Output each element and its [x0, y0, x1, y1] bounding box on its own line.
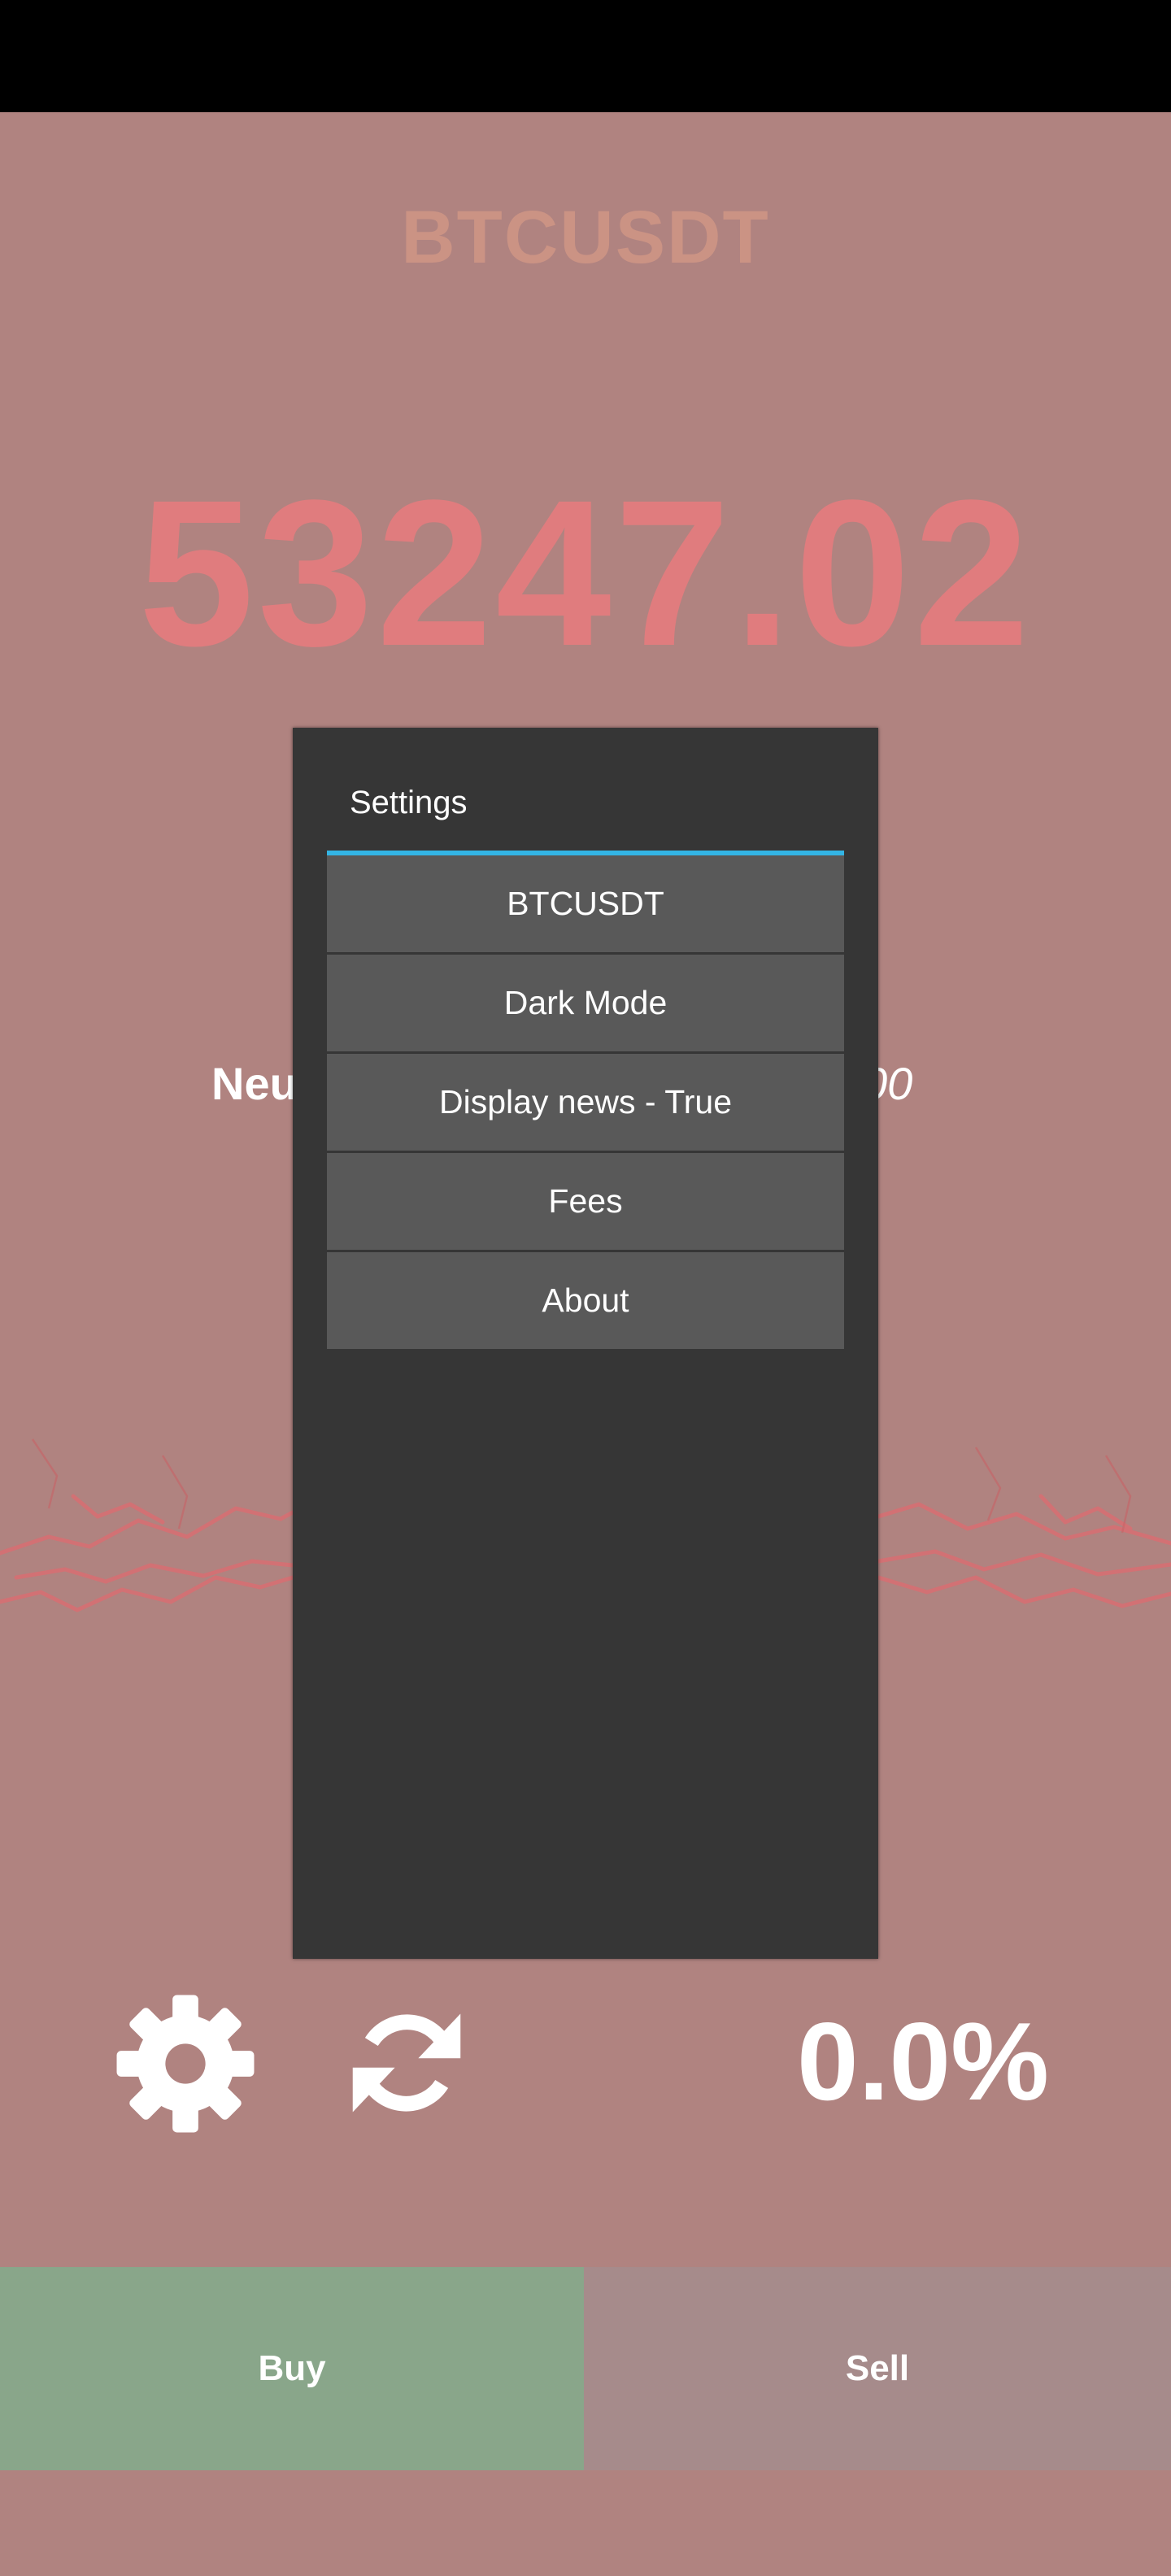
dialog-title: Settings [350, 785, 468, 820]
percent-change: 0.0% [797, 1999, 1049, 2123]
gear-icon[interactable] [114, 1992, 257, 2135]
refresh-icon[interactable] [348, 2002, 465, 2124]
settings-dialog: Settings BTCUSDT Dark Mode Display news … [293, 728, 878, 1959]
buy-button-label: Buy [258, 2348, 326, 2388]
price-display: 53247.02 [138, 457, 1033, 690]
settings-item-pair[interactable]: BTCUSDT [327, 855, 844, 952]
settings-item-fees[interactable]: Fees [327, 1153, 844, 1250]
sell-button-label: Sell [845, 2348, 910, 2388]
status-bar [0, 0, 1171, 112]
settings-item-display-news[interactable]: Display news - True [327, 1054, 844, 1151]
buy-button[interactable]: Buy [0, 2267, 584, 2470]
settings-list: BTCUSDT Dark Mode Display news - True Fe… [327, 855, 844, 1351]
sell-button[interactable]: Sell [584, 2267, 1171, 2470]
news-label: Neu [211, 1058, 298, 1109]
pair-title: BTCUSDT [401, 196, 770, 279]
settings-item-dark-mode[interactable]: Dark Mode [327, 955, 844, 1051]
settings-item-about[interactable]: About [327, 1252, 844, 1349]
